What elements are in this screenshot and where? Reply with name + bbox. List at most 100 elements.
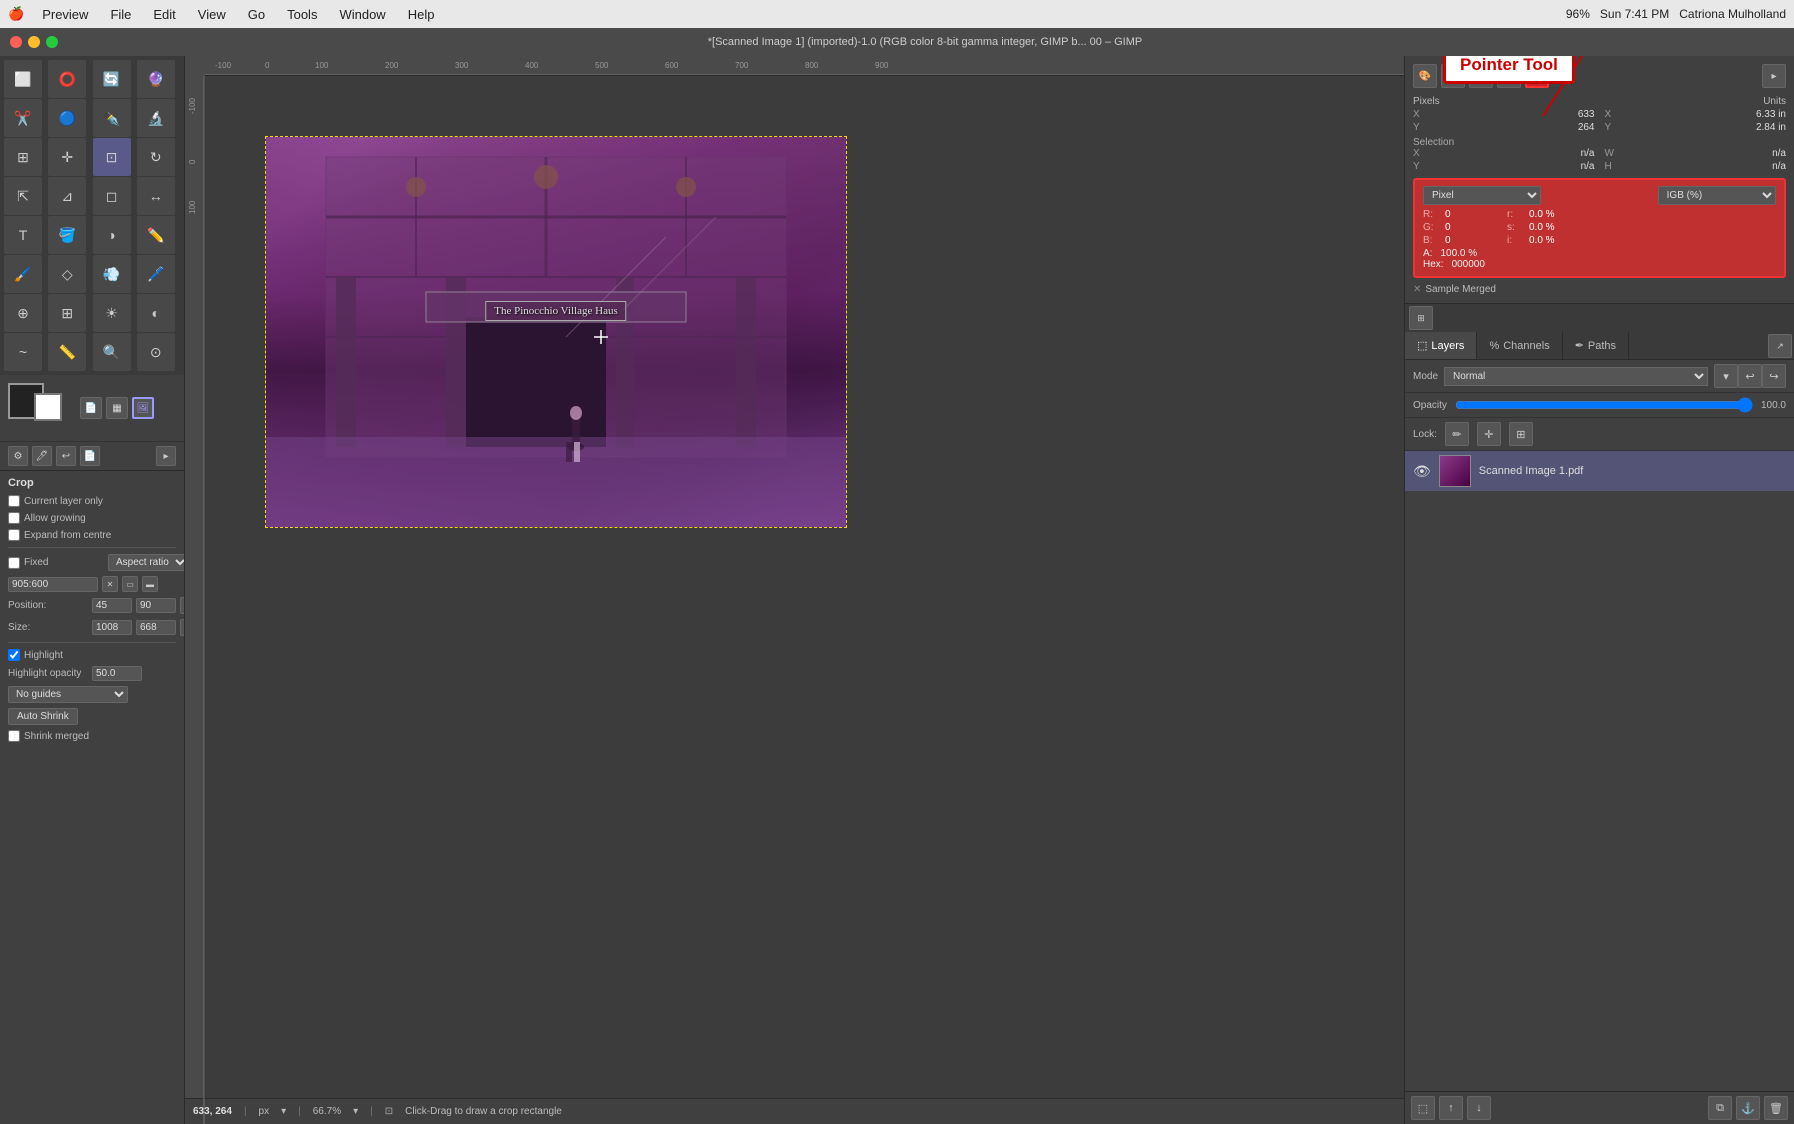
- menu-edit[interactable]: Edit: [149, 5, 179, 24]
- allow-growing-checkbox[interactable]: [8, 512, 20, 524]
- tool-scale[interactable]: ⇱: [4, 177, 42, 215]
- tab-layers[interactable]: ⬚ Layers: [1405, 332, 1477, 359]
- menu-go[interactable]: Go: [244, 5, 269, 24]
- tool-flip[interactable]: ↔: [137, 177, 175, 215]
- tool-zoom[interactable]: 🔍: [93, 333, 131, 371]
- undo-icon[interactable]: ↩: [1738, 364, 1762, 388]
- tool-rotate[interactable]: ↻: [137, 138, 175, 176]
- menu-file[interactable]: File: [106, 5, 135, 24]
- redo-icon[interactable]: ↪: [1762, 364, 1786, 388]
- highlight-opacity-input[interactable]: [92, 666, 142, 681]
- tool-paintbrush[interactable]: 🖌️: [4, 255, 42, 293]
- canvas-image[interactable]: The Pinocchio Village Haus: [266, 137, 846, 527]
- configure-panel-icon[interactable]: ▸: [156, 446, 176, 466]
- tool-crop[interactable]: ⊡: [93, 138, 131, 176]
- expand-centre-checkbox[interactable]: [8, 529, 20, 541]
- rgb-mode-select[interactable]: IGB (%): [1658, 186, 1776, 205]
- undo-history-icon[interactable]: ↩: [56, 446, 76, 466]
- size-clear-icon[interactable]: ✕: [102, 576, 118, 592]
- tool-extra[interactable]: ⊙: [137, 333, 175, 371]
- tool-airbrush[interactable]: 💨: [93, 255, 131, 293]
- color-info-icon[interactable]: 🎨: [1413, 64, 1437, 88]
- tool-paths[interactable]: ✒️: [93, 99, 131, 137]
- auto-shrink-button[interactable]: Auto Shrink: [8, 708, 78, 725]
- tool-heal[interactable]: ⊞: [48, 294, 86, 332]
- tool-fg-select[interactable]: 🔵: [48, 99, 86, 137]
- position-y-input[interactable]: [136, 598, 176, 613]
- tool-smudge[interactable]: ~: [4, 333, 42, 371]
- tool-blend[interactable]: ◑: [93, 216, 131, 254]
- tool-move[interactable]: ✛: [48, 138, 86, 176]
- size-landscape-icon[interactable]: ▬: [142, 576, 158, 592]
- tool-perspective[interactable]: ◻: [93, 177, 131, 215]
- tool-shear[interactable]: ⊿: [48, 177, 86, 215]
- canvas-scroll[interactable]: The Pinocchio Village Haus: [205, 76, 1404, 1098]
- lock-all-icon[interactable]: ⊞: [1509, 422, 1533, 446]
- layer-down-icon[interactable]: ↓: [1467, 1096, 1491, 1120]
- tools-options-icon[interactable]: ⚙: [8, 446, 28, 466]
- opacity-slider[interactable]: [1455, 397, 1753, 413]
- apple-menu[interactable]: 🍎: [8, 6, 24, 22]
- right-panel-menu-icon[interactable]: ▸: [1762, 64, 1786, 88]
- mode-select[interactable]: Normal: [1444, 367, 1708, 386]
- tool-fuzzy-select[interactable]: 🔮: [137, 60, 175, 98]
- layer-visibility-icon[interactable]: 👁: [1413, 463, 1431, 480]
- size-h-input[interactable]: [136, 620, 176, 635]
- shrink-merged-checkbox[interactable]: [8, 730, 20, 742]
- tool-color-picker[interactable]: 🔬: [137, 99, 175, 137]
- minimize-button[interactable]: [28, 36, 40, 48]
- tool-ink[interactable]: 🖊️: [137, 255, 175, 293]
- guides-select[interactable]: No guides: [8, 686, 128, 703]
- lock-position-icon[interactable]: ✛: [1477, 422, 1501, 446]
- layer-duplicate-icon[interactable]: ⧉: [1708, 1096, 1732, 1120]
- tab-channels[interactable]: % Channels: [1477, 332, 1562, 359]
- new-layer-icon[interactable]: 📄: [80, 397, 102, 419]
- layers-panel-expand-icon[interactable]: ↗: [1768, 334, 1792, 358]
- tool-eraser[interactable]: ◇: [48, 255, 86, 293]
- highlight-checkbox[interactable]: [8, 649, 20, 661]
- tool-bucket[interactable]: 🪣: [48, 216, 86, 254]
- lock-pixel-icon[interactable]: ✏: [1445, 422, 1469, 446]
- small-view-icon[interactable]: 🖼: [132, 397, 154, 419]
- size-portrait-icon[interactable]: ▭: [122, 576, 138, 592]
- tool-align[interactable]: ⊞: [4, 138, 42, 176]
- size-ratio-input[interactable]: [8, 577, 98, 592]
- pixel-mode-select[interactable]: Pixel: [1423, 186, 1541, 205]
- layer-item[interactable]: 👁 Scanned Image 1.pdf: [1405, 451, 1794, 491]
- tool-pencil[interactable]: ✏️: [137, 216, 175, 254]
- tool-clone[interactable]: ⊕: [4, 294, 42, 332]
- current-layer-checkbox[interactable]: [8, 495, 20, 507]
- layer-delete-icon[interactable]: 🗑: [1764, 1096, 1788, 1120]
- menu-tools[interactable]: Tools: [283, 5, 321, 24]
- document-icon[interactable]: 📄: [80, 446, 100, 466]
- mode-dropdown-icon[interactable]: ▾: [1714, 364, 1738, 388]
- background-color[interactable]: [34, 393, 62, 421]
- size-w-input[interactable]: [92, 620, 132, 635]
- status-unit-dropdown[interactable]: ▾: [281, 1106, 286, 1117]
- tool-ellipse-select[interactable]: ⭕: [48, 60, 86, 98]
- close-button[interactable]: [10, 36, 22, 48]
- tool-measure[interactable]: 📏: [48, 333, 86, 371]
- pattern-icon[interactable]: ▦: [106, 397, 128, 419]
- tool-lasso[interactable]: 🔄: [93, 60, 131, 98]
- layers-panel-float-icon[interactable]: ⊞: [1409, 306, 1433, 330]
- menu-view[interactable]: View: [194, 5, 230, 24]
- tool-scissors[interactable]: ✂️: [4, 99, 42, 137]
- tool-rect-select[interactable]: ⬜: [4, 60, 42, 98]
- menu-help[interactable]: Help: [404, 5, 439, 24]
- position-x-input[interactable]: [92, 598, 132, 613]
- tool-dodge[interactable]: ☀: [93, 294, 131, 332]
- status-zoom-dropdown[interactable]: ▾: [353, 1106, 358, 1117]
- layer-up-icon[interactable]: ↑: [1439, 1096, 1463, 1120]
- maximize-button[interactable]: [46, 36, 58, 48]
- tool-text[interactable]: T: [4, 216, 42, 254]
- tool-burn[interactable]: ◐: [137, 294, 175, 332]
- fixed-checkbox[interactable]: [8, 557, 20, 569]
- fixed-select[interactable]: Aspect ratio: [108, 554, 185, 571]
- device-status-icon[interactable]: 🖊: [32, 446, 52, 466]
- layer-anchor-icon[interactable]: ⚓: [1736, 1096, 1760, 1120]
- menu-window[interactable]: Window: [335, 5, 389, 24]
- menu-preview[interactable]: Preview: [38, 5, 92, 24]
- layer-new-group-icon[interactable]: ⬚: [1411, 1096, 1435, 1120]
- tab-paths[interactable]: ✒ Paths: [1563, 332, 1629, 359]
